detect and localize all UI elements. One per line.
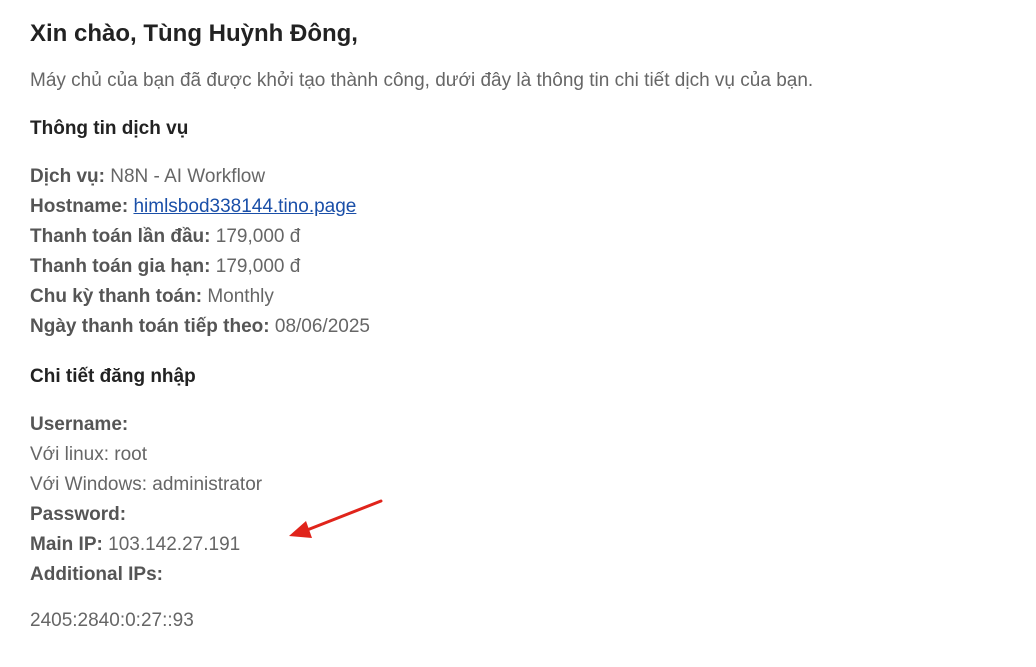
password-row: Password: [30,500,1010,530]
main-ip-label: Main IP: [30,534,103,555]
service-details: Dịch vụ: N8N - AI Workflow Hostname: him… [30,162,1010,342]
username-label: Username: [30,414,129,435]
next-due-row: Ngày thanh toán tiếp theo: 08/06/2025 [30,312,1010,342]
hostname-row: Hostname: himlsbod338144.tino.page [30,192,1010,222]
service-value: N8N - AI Workflow [110,166,266,187]
hostname-link[interactable]: himlsbod338144.tino.page [133,196,356,217]
billing-cycle-row: Chu kỳ thanh toán: Monthly [30,282,1010,312]
main-ip-row: Main IP: 103.142.27.191 [30,530,1010,560]
windows-username-line: Với Windows: administrator [30,474,263,495]
renewal-row: Thanh toán gia hạn: 179,000 đ [30,252,1010,282]
login-details: Username: Với linux: root Với Windows: a… [30,410,1010,590]
billing-cycle-value: Monthly [207,286,274,307]
service-label: Dịch vụ: [30,166,105,187]
next-due-label: Ngày thanh toán tiếp theo: [30,316,270,337]
main-ip-value: 103.142.27.191 [108,534,241,555]
billing-cycle-label: Chu kỳ thanh toán: [30,286,203,307]
password-label: Password: [30,504,127,525]
hostname-label: Hostname: [30,196,129,217]
renewal-label: Thanh toán gia hạn: [30,256,211,277]
username-row: Username: [30,410,1010,440]
login-section-title: Chi tiết đăng nhập [30,366,196,387]
intro-text: Máy chủ của bạn đã được khởi tạo thành c… [30,70,814,91]
first-payment-value: 179,000 đ [215,226,301,247]
greeting-heading: Xin chào, Tùng Huỳnh Đông, [30,20,358,47]
email-body: Xin chào, Tùng Huỳnh Đông, Máy chủ của b… [30,18,1010,636]
service-section-title: Thông tin dịch vụ [30,118,189,139]
next-due-value: 08/06/2025 [274,316,370,337]
first-payment-label: Thanh toán lần đầu: [30,226,211,247]
additional-ip-value: 2405:2840:0:27::93 [30,610,194,631]
linux-username-line: Với linux: root [30,444,148,465]
additional-ips-row: Additional IPs: [30,560,1010,590]
renewal-value: 179,000 đ [215,256,301,277]
first-payment-row: Thanh toán lần đầu: 179,000 đ [30,222,1010,252]
service-row: Dịch vụ: N8N - AI Workflow [30,162,1010,192]
additional-ips-label: Additional IPs: [30,564,163,585]
